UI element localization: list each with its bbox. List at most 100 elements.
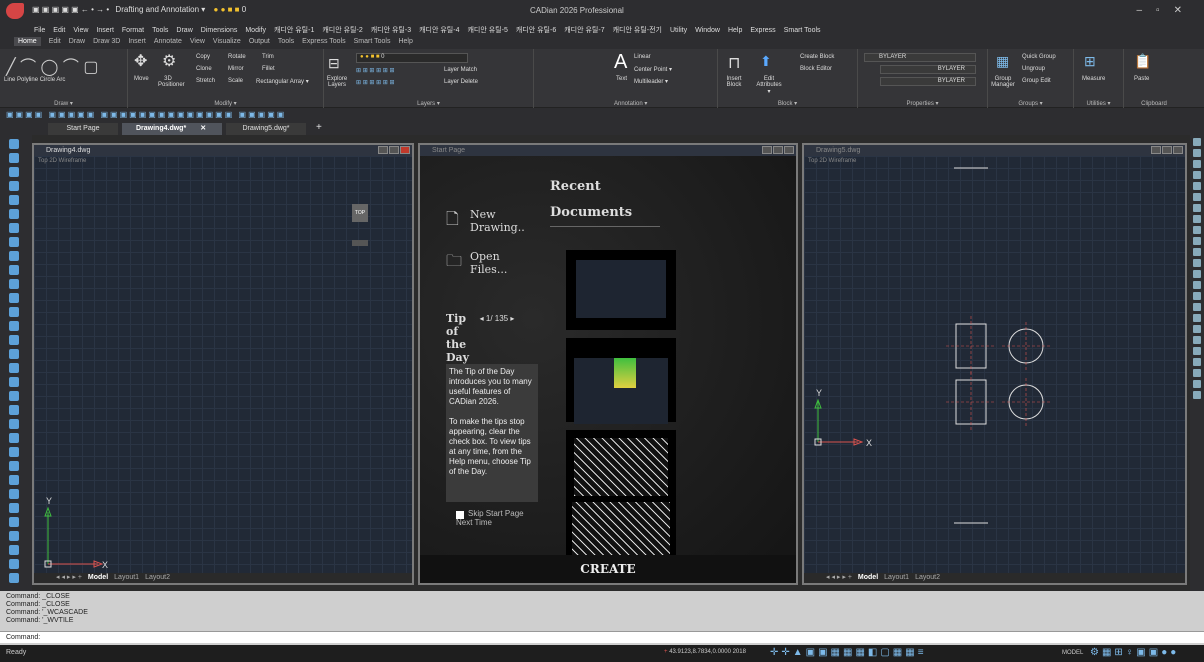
- utilities-group-label[interactable]: Utilities ▾: [1074, 100, 1123, 107]
- paste-button[interactable]: Paste: [1134, 76, 1149, 82]
- tool-icon[interactable]: [9, 447, 19, 457]
- block-editor-button[interactable]: Block Editor: [800, 66, 832, 72]
- measure-icon[interactable]: ⊞: [1084, 53, 1096, 70]
- secondary-toolbar[interactable]: ▣▣▣▣ ▣▣▣▣▣ ▣▣▣▣▣▣▣▣▣▣▣▣▣▣ ▣▣▣▣▣: [0, 108, 1204, 122]
- tool-icon[interactable]: [9, 559, 19, 569]
- tab-model[interactable]: Model: [858, 574, 878, 581]
- tool-icon[interactable]: [9, 195, 19, 205]
- clone-button[interactable]: Clone: [196, 66, 212, 72]
- layer-quick[interactable]: ● ● ■ ■: [214, 5, 240, 14]
- recent-thumb[interactable]: [566, 250, 676, 330]
- tool-icon[interactable]: [9, 461, 19, 471]
- rotate-button[interactable]: Rotate: [228, 54, 246, 60]
- open-folder-icon[interactable]: 🗀: [446, 250, 462, 277]
- tool-icon[interactable]: [9, 335, 19, 345]
- positioner-icon[interactable]: ⚙: [162, 51, 176, 71]
- mirror-button[interactable]: Mirror: [228, 66, 244, 72]
- modify-group-label[interactable]: Modify ▾: [128, 100, 323, 107]
- tab-draw3d[interactable]: Draw 3D: [93, 38, 120, 45]
- scale-button[interactable]: Scale: [228, 78, 243, 84]
- tab-home[interactable]: Home: [14, 37, 41, 46]
- tool-icon[interactable]: [9, 391, 19, 401]
- layer-delete-button[interactable]: Layer Delete: [444, 79, 478, 85]
- toolbar-icons[interactable]: ▣▣▣▣ ▣▣▣▣▣ ▣▣▣▣▣▣▣▣▣▣▣▣▣▣ ▣▣▣▣▣: [6, 110, 286, 119]
- menu-item[interactable]: Dimensions: [201, 27, 238, 34]
- tool-icon[interactable]: [1193, 259, 1201, 267]
- layer-dropdown[interactable]: ● ● ■ ■ 0: [356, 53, 468, 63]
- edit-attributes-icon[interactable]: ⬆: [760, 53, 772, 70]
- tool-icon[interactable]: [1193, 204, 1201, 212]
- layer-match-button[interactable]: Layer Match: [444, 67, 477, 73]
- menu-item[interactable]: 캐디안 유틸-6: [516, 27, 556, 34]
- tab-layout1[interactable]: Layout1: [114, 574, 139, 581]
- new-drawing-link[interactable]: New Drawing..: [470, 208, 540, 234]
- tool-icon[interactable]: [1193, 292, 1201, 300]
- tool-icon[interactable]: [9, 573, 19, 583]
- layers-group-label[interactable]: Layers ▾: [324, 100, 533, 107]
- command-window[interactable]: Command: _CLOSE Command: _CLOSE Command:…: [0, 591, 1204, 645]
- edit-attributes-button[interactable]: Edit Attributes ▾: [754, 76, 784, 95]
- window-controls[interactable]: –▫✕: [1137, 5, 1197, 16]
- measure-button[interactable]: Measure: [1082, 76, 1105, 82]
- trim-button[interactable]: Trim: [262, 54, 274, 60]
- restore-icon[interactable]: [1162, 146, 1172, 154]
- menu-item[interactable]: Smart Tools: [784, 27, 821, 34]
- layer-tool-icons-2[interactable]: ⊞ ⊞ ⊞ ⊞ ⊞ ⊞: [356, 79, 395, 86]
- tab-tools[interactable]: Tools: [278, 38, 294, 45]
- tip-counter[interactable]: ◂ 1/ 135 ▸: [472, 314, 522, 323]
- tab-drawing4[interactable]: Drawing4.dwg* ✕: [122, 123, 222, 135]
- tool-icon[interactable]: [1193, 182, 1201, 190]
- ungroup-button[interactable]: Ungroup: [1022, 66, 1045, 72]
- tool-icon[interactable]: [1193, 160, 1201, 168]
- explore-layers-icon[interactable]: ⊟: [328, 55, 340, 72]
- tool-icon[interactable]: [9, 517, 19, 527]
- tool-icon[interactable]: [9, 139, 19, 149]
- menu-item[interactable]: Modify: [245, 27, 266, 34]
- tool-icon[interactable]: [9, 265, 19, 275]
- drawing5-canvas[interactable]: Top 2D Wireframe Y X: [804, 156, 1185, 573]
- menu-item[interactable]: Express: [750, 27, 775, 34]
- tool-icon[interactable]: [1193, 347, 1201, 355]
- close-icon[interactable]: [784, 146, 794, 154]
- drawing4-window[interactable]: Drawing4.dwg Top 2D Wireframe TOP Y X ◂ …: [32, 143, 414, 585]
- quick-access-toolbar[interactable]: ▣ ▣ ▣ ▣ ▣ ← • → • Drafting and Annotatio…: [32, 5, 246, 14]
- status-coords[interactable]: + 43.9123,8.7834,0.0000 2018: [664, 649, 746, 655]
- insert-block-button[interactable]: Insert Block: [724, 76, 744, 88]
- draw-tool-icons[interactable]: ╱ ⌒ ◯ ⌒ ▢: [6, 53, 98, 77]
- color-dropdown[interactable]: BYLAYER: [864, 53, 976, 62]
- workspace-select[interactable]: Drafting and Annotation: [115, 5, 199, 14]
- tool-icon[interactable]: [9, 293, 19, 303]
- menu-item[interactable]: 캐디안 유틸-5: [467, 27, 507, 34]
- arc-label[interactable]: Arc: [56, 77, 65, 83]
- paste-icon[interactable]: 📋: [1134, 53, 1151, 70]
- tool-icon[interactable]: [9, 363, 19, 373]
- insert-block-icon[interactable]: ⊓: [728, 53, 740, 73]
- tab-visualize[interactable]: Visualize: [213, 38, 241, 45]
- tool-icon[interactable]: [1193, 226, 1201, 234]
- tab-nav[interactable]: ◂ ◂ ▸ ▸ +: [826, 574, 852, 581]
- minimize-icon[interactable]: [1151, 146, 1161, 154]
- tool-icon[interactable]: [9, 279, 19, 289]
- close-icon[interactable]: [1173, 146, 1183, 154]
- polyline-label[interactable]: Polyline: [17, 77, 38, 83]
- minimize-icon[interactable]: [378, 146, 388, 154]
- tab-view[interactable]: View: [190, 38, 205, 45]
- tool-icon[interactable]: [9, 251, 19, 261]
- menu-item[interactable]: Format: [122, 27, 144, 34]
- tab-help[interactable]: Help: [398, 38, 412, 45]
- rect-array-button[interactable]: Rectangular Array ▾: [256, 78, 309, 85]
- tab-insert[interactable]: Insert: [128, 38, 146, 45]
- tool-icon[interactable]: [9, 153, 19, 163]
- recent-thumb[interactable]: [566, 496, 676, 564]
- tool-icon[interactable]: [1193, 193, 1201, 201]
- menu-item[interactable]: Edit: [53, 27, 65, 34]
- center-point-button[interactable]: Center Point ▾: [634, 66, 672, 73]
- tool-icon[interactable]: [1193, 171, 1201, 179]
- tab-drawing5[interactable]: Drawing5.dwg*: [226, 123, 306, 135]
- tab-layout1[interactable]: Layout1: [884, 574, 909, 581]
- properties-group-label[interactable]: Properties ▾: [858, 100, 987, 107]
- positioner-button[interactable]: 3D Positioner: [158, 76, 185, 88]
- menu-item[interactable]: Draw: [176, 27, 192, 34]
- move-button[interactable]: Move: [134, 76, 149, 82]
- tool-icon[interactable]: [9, 531, 19, 541]
